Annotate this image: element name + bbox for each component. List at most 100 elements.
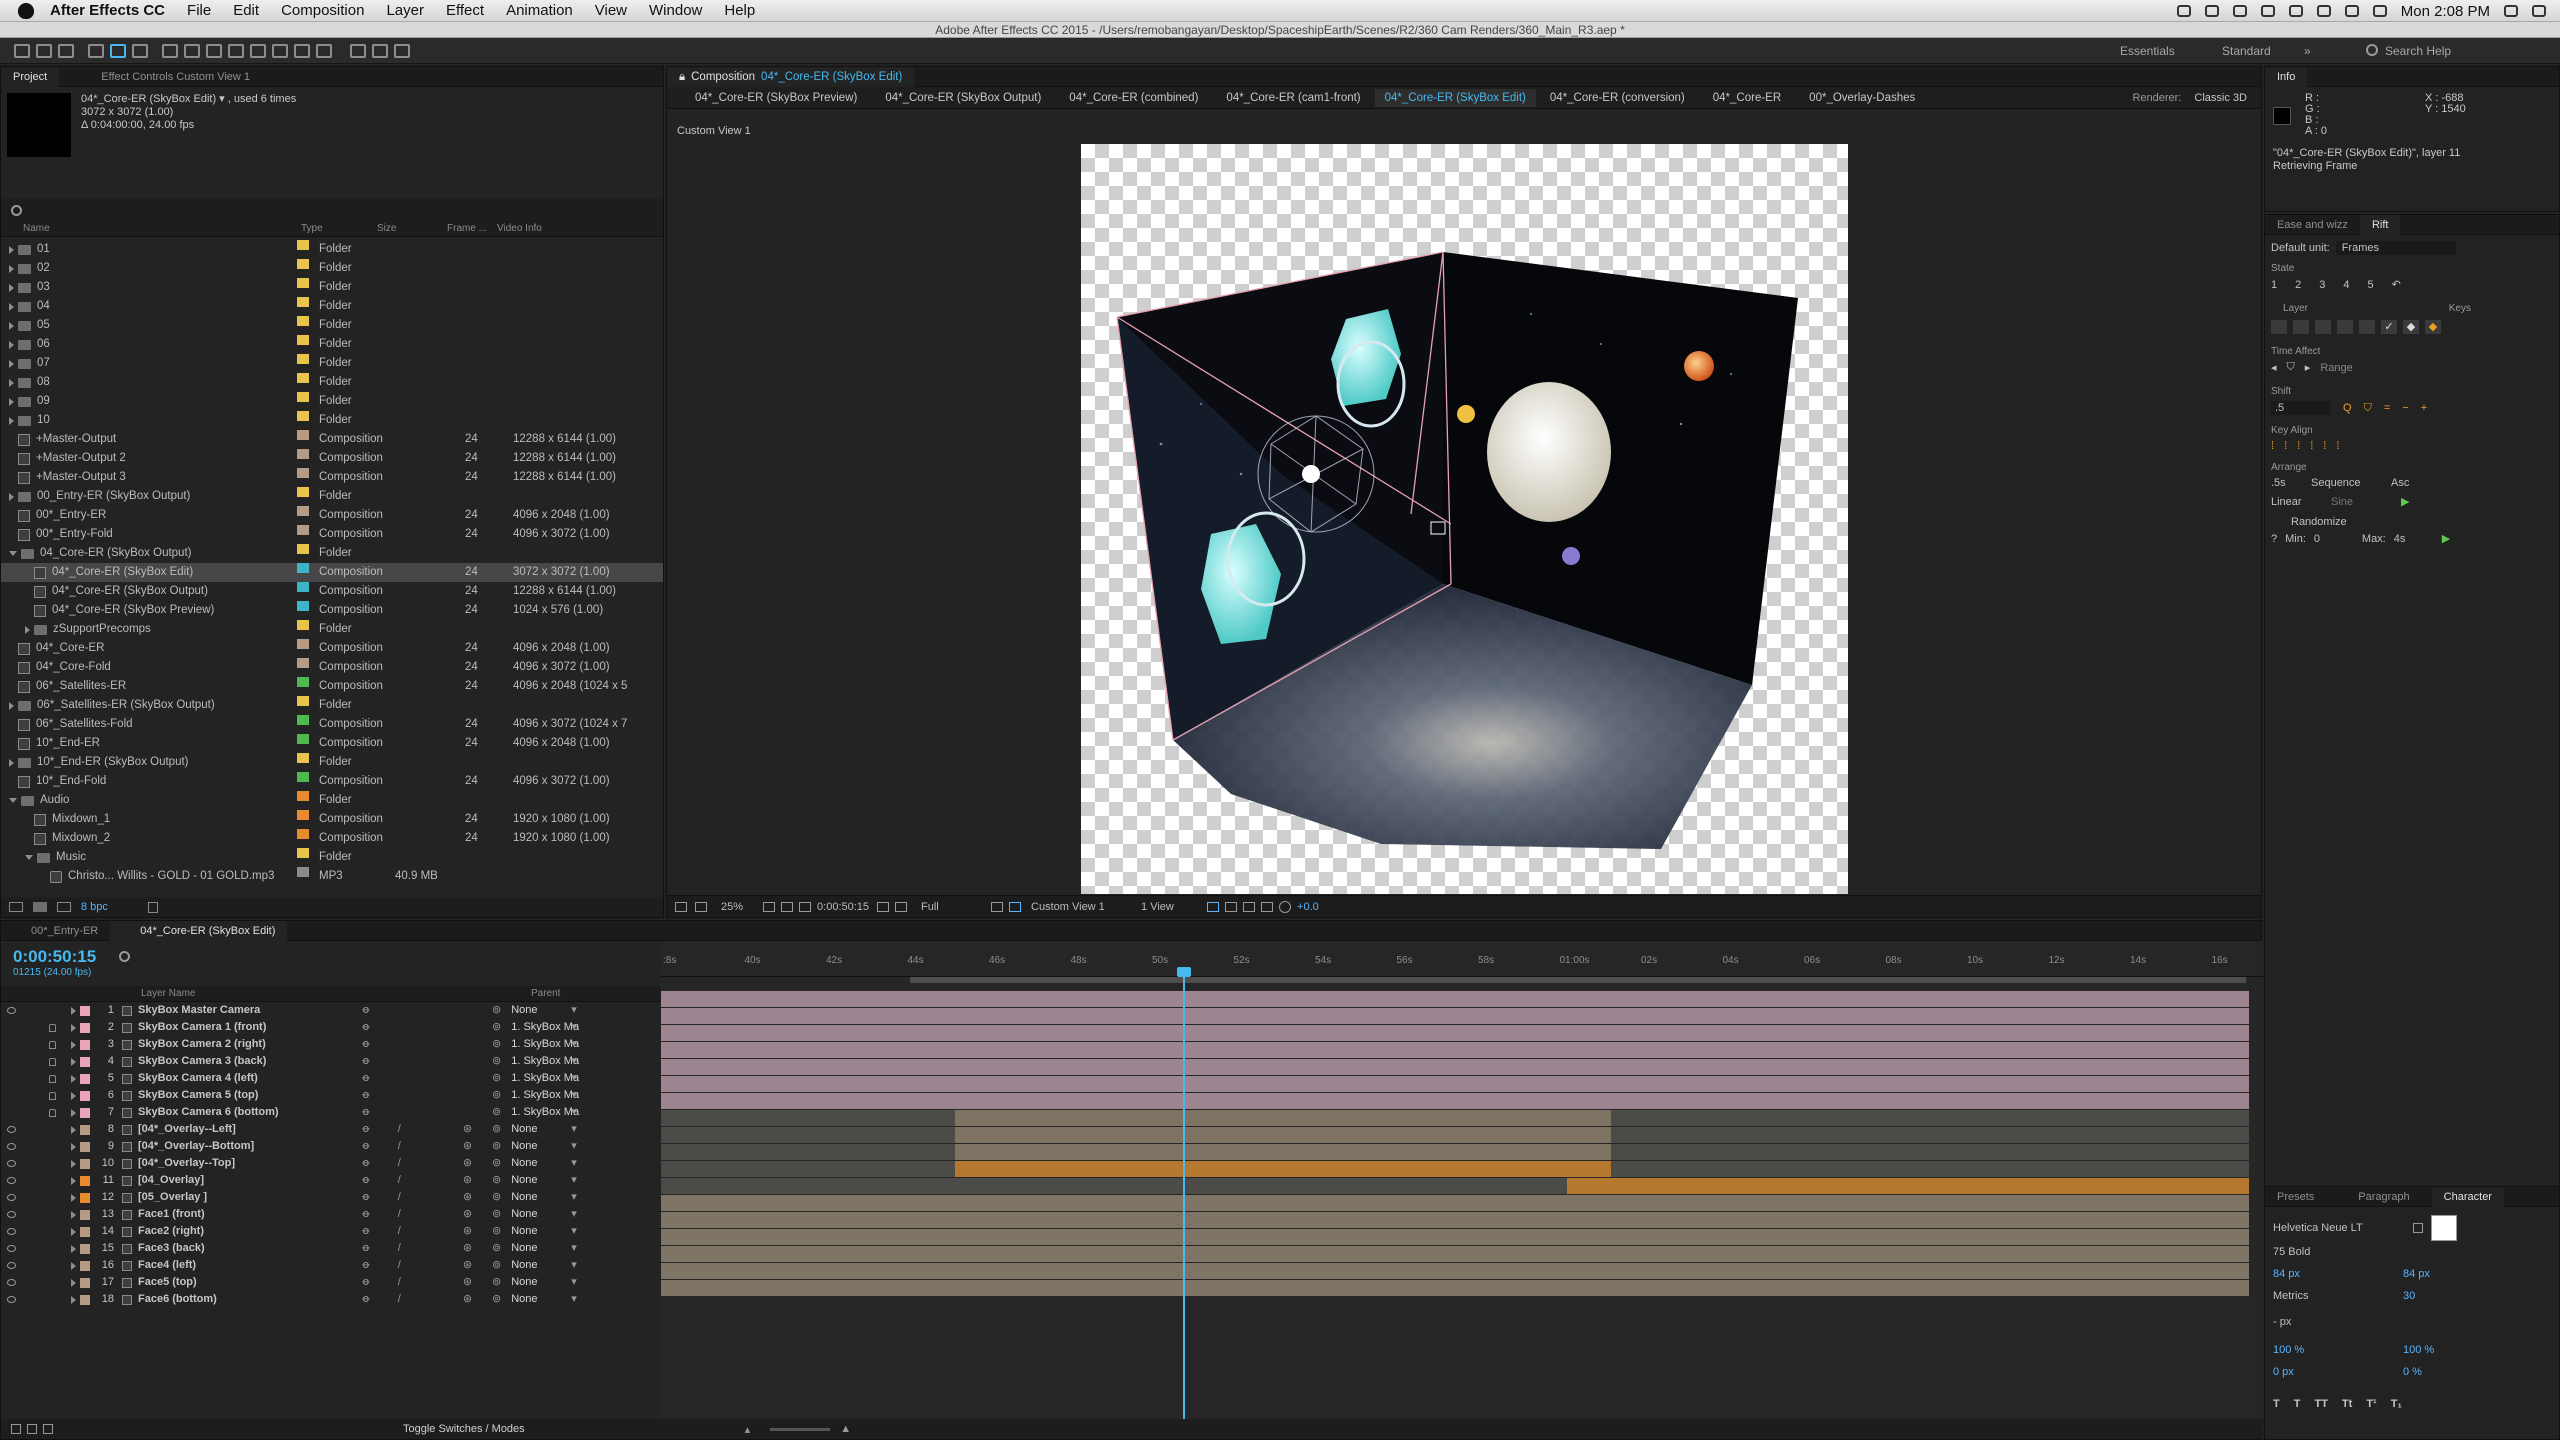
fit-icon[interactable] (763, 901, 776, 912)
parent-pickwhip-icon[interactable]: ⊚ (492, 1104, 501, 1121)
layer-row[interactable]: 18 Face6 (bottom) ꝋ / ⊛ ⊚ None ▾ (1, 1291, 661, 1308)
search-help-input[interactable]: Search Help (2385, 44, 2451, 58)
parent-chevron-down-icon[interactable]: ▾ (571, 1138, 577, 1155)
layer-row[interactable]: 5 SkyBox Camera 4 (left) ꝋ ⊚ 1. SkyBox M… (1, 1070, 661, 1087)
col-size[interactable]: Size (377, 221, 447, 236)
comp-tab-overlay-dashes[interactable]: 00*_Overlay-Dashes (1795, 92, 1929, 104)
label-color-swatch[interactable] (297, 639, 309, 649)
tab-project[interactable]: Project (1, 66, 60, 87)
shy-switch-icon[interactable]: ꝋ (362, 1121, 370, 1138)
parent-chevron-down-icon[interactable]: ▾ (571, 1223, 577, 1240)
quality-switch-icon[interactable]: / (398, 1257, 401, 1274)
shy-switch-icon[interactable]: ꝋ (362, 1223, 370, 1240)
collapsed-triangle-icon[interactable] (9, 416, 14, 425)
fast-previews-icon[interactable] (1225, 901, 1238, 912)
label-color-swatch[interactable] (297, 335, 309, 345)
project-row[interactable]: 04*_Core-ER (SkyBox Output) Composition … (1, 582, 663, 601)
faux-bold-icon[interactable]: T (2273, 1393, 2280, 1415)
project-row[interactable]: 06*_Satellites-ER (SkyBox Output) Folder (1, 696, 663, 715)
pen-tool-icon[interactable] (184, 43, 200, 58)
layer-expand-triangle-icon[interactable] (71, 1227, 76, 1236)
shy-switch-icon[interactable]: ꝋ (362, 1138, 370, 1155)
layer-btn-2-icon[interactable] (2293, 320, 2309, 334)
zoom-dropdown[interactable]: 25% (721, 901, 743, 913)
label-color-swatch[interactable] (297, 696, 309, 706)
tracking-input[interactable]: 30 (2403, 1285, 2415, 1307)
randomize-play-icon[interactable]: ▶ (2442, 532, 2450, 545)
lock-icon[interactable] (49, 1074, 56, 1083)
shy-switch-icon[interactable]: ꝋ (362, 1002, 370, 1019)
font-family-dropdown[interactable]: Helvetica Neue LT (2273, 1217, 2413, 1239)
leading-input[interactable]: 84 px (2403, 1263, 2430, 1285)
layer-duration-bar[interactable] (661, 1059, 2249, 1075)
label-color-swatch[interactable] (297, 791, 309, 801)
parent-pickwhip-icon[interactable]: ⊚ (492, 1002, 501, 1019)
label-color-swatch[interactable] (297, 715, 309, 725)
parent-dropdown[interactable]: None (511, 1121, 571, 1138)
layer-row[interactable]: 4 SkyBox Camera 3 (back) ꝋ ⊚ 1. SkyBox M… (1, 1053, 661, 1070)
axis-view-icon[interactable] (394, 43, 410, 58)
col-layer-name[interactable]: Layer Name (141, 986, 531, 1001)
label-color-swatch[interactable] (297, 772, 309, 782)
eyedropper-icon[interactable] (2413, 1223, 2423, 1233)
menu-app[interactable]: After Effects CC (50, 2, 165, 19)
layer-label-color[interactable] (80, 1158, 90, 1169)
parent-chevron-down-icon[interactable]: ▾ (571, 1053, 577, 1070)
tab-presets[interactable]: Presets (2265, 1187, 2326, 1207)
label-color-swatch[interactable] (297, 354, 309, 364)
parent-chevron-down-icon[interactable]: ▾ (571, 1274, 577, 1291)
parent-pickwhip-icon[interactable]: ⊚ (492, 1121, 501, 1138)
label-color-swatch[interactable] (297, 563, 309, 573)
roto-brush-tool-icon[interactable] (294, 43, 310, 58)
faux-italic-icon[interactable]: T (2294, 1393, 2301, 1415)
clone-stamp-tool-icon[interactable] (250, 43, 266, 58)
layer-btn-4-icon[interactable] (2337, 320, 2353, 334)
comp-tab-cam1-front[interactable]: 04*_Core-ER (cam1-front) (1212, 92, 1374, 104)
parent-pickwhip-icon[interactable]: ⊚ (492, 1257, 501, 1274)
layer-label-color[interactable] (80, 1073, 90, 1084)
brush-tool-icon[interactable] (228, 43, 244, 58)
parent-dropdown[interactable]: 1. SkyBox Ma (511, 1087, 579, 1104)
default-unit-dropdown[interactable]: Frames (2335, 241, 2456, 255)
parent-dropdown[interactable]: 1. SkyBox Ma (511, 1036, 579, 1053)
visibility-eye-icon[interactable] (7, 1211, 16, 1218)
comp-tab-conversion[interactable]: 04*_Core-ER (conversion) (1536, 92, 1699, 104)
project-row[interactable]: 00_Entry-ER (SkyBox Output) Folder (1, 487, 663, 506)
project-row[interactable]: 10 Folder (1, 411, 663, 430)
parent-dropdown[interactable]: None (511, 1274, 571, 1291)
quality-switch-icon[interactable]: / (398, 1189, 401, 1206)
dropbox-icon[interactable] (2204, 5, 2219, 17)
notification-center-icon[interactable] (2532, 5, 2546, 17)
visibility-eye-icon[interactable] (7, 1262, 16, 1269)
layer-active-segment[interactable] (955, 1144, 1611, 1160)
axis-local-icon[interactable] (350, 43, 366, 58)
axis-world-icon[interactable] (372, 43, 388, 58)
parent-dropdown[interactable]: 1. SkyBox Ma (511, 1053, 579, 1070)
puppet-tool-icon[interactable] (316, 43, 332, 58)
menu-layer[interactable]: Layer (386, 2, 424, 19)
shy-switch-icon[interactable]: ꝋ (362, 1019, 370, 1036)
parent-dropdown[interactable]: None (511, 1002, 571, 1019)
label-color-swatch[interactable] (297, 259, 309, 269)
align-5-icon[interactable]: ⁞ (2323, 440, 2326, 452)
interpret-footage-icon[interactable] (9, 902, 23, 912)
shy-switch-icon[interactable]: ꝋ (362, 1257, 370, 1274)
3d-layer-icon[interactable]: ⊛ (463, 1223, 472, 1240)
layer-expand-triangle-icon[interactable] (71, 1261, 76, 1270)
parent-pickwhip-icon[interactable]: ⊚ (492, 1070, 501, 1087)
label-color-swatch[interactable] (297, 620, 309, 630)
label-color-swatch[interactable] (297, 411, 309, 421)
label-color-swatch[interactable] (297, 392, 309, 402)
tab-paragraph[interactable]: Paragraph (2346, 1187, 2421, 1207)
zoom-tool-icon[interactable] (58, 43, 74, 58)
zoom-out-icon[interactable]: ▴ (745, 1423, 751, 1436)
visibility-eye-icon[interactable] (7, 1143, 16, 1150)
timeline-icon[interactable] (1243, 901, 1256, 912)
layer-expand-triangle-icon[interactable] (71, 1125, 76, 1134)
shy-switch-icon[interactable]: ꝋ (362, 1087, 370, 1104)
toggle-switches-modes-button[interactable]: Toggle Switches / Modes (403, 1423, 525, 1435)
layer-duration-bar[interactable] (661, 991, 2249, 1007)
layer-label-color[interactable] (80, 1277, 90, 1288)
layer-duration-bar[interactable] (661, 1008, 2249, 1024)
layer-btn-5-icon[interactable] (2359, 320, 2375, 334)
